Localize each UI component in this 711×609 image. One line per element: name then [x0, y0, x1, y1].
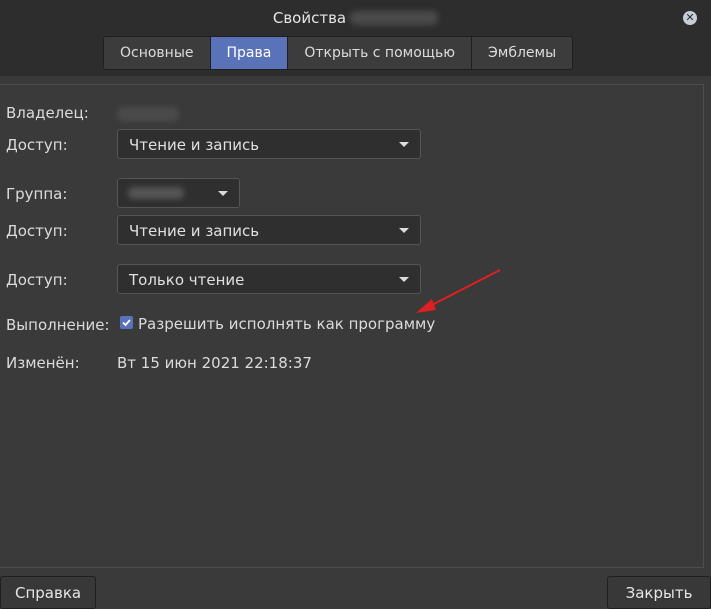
others-access-value: Только чтение: [129, 271, 245, 289]
properties-window: Свойства ✕ Основные Права Открыть с помо…: [0, 0, 711, 609]
tab-open-with[interactable]: Открыть с помощью: [288, 37, 472, 69]
group-dropdown[interactable]: [117, 178, 240, 208]
help-button[interactable]: Справка: [0, 576, 97, 609]
tab-emblems[interactable]: Эмблемы: [472, 37, 573, 69]
execute-label: Выполнение:: [6, 316, 110, 334]
chevron-down-icon: [399, 142, 409, 147]
group-access-label: Доступ:: [6, 222, 68, 240]
modified-label: Изменён:: [6, 354, 80, 372]
owner-access-label: Доступ:: [6, 136, 68, 154]
tab-bar: Основные Права Открыть с помощью Эмблемы: [103, 36, 574, 70]
execute-checkbox[interactable]: [120, 316, 133, 329]
group-access-dropdown[interactable]: Чтение и запись: [117, 215, 421, 245]
permissions-panel: Владелец: Доступ: Чтение и запись Группа…: [0, 84, 704, 568]
group-access-value: Чтение и запись: [129, 222, 260, 240]
group-label: Группа:: [6, 185, 68, 203]
window-title: Свойства: [0, 9, 711, 27]
window-title-text: Свойства: [272, 9, 347, 27]
close-window-button[interactable]: ✕: [683, 11, 697, 25]
owner-access-dropdown[interactable]: Чтение и запись: [117, 129, 421, 159]
owner-label: Владелец:: [6, 104, 89, 122]
others-access-label: Доступ:: [6, 271, 68, 289]
tab-basic[interactable]: Основные: [104, 37, 211, 69]
close-button[interactable]: Закрыть: [607, 576, 711, 609]
execute-checkbox-label[interactable]: Разрешить исполнять как программу: [138, 315, 435, 333]
chevron-down-icon: [218, 191, 228, 196]
tab-permissions[interactable]: Права: [210, 37, 289, 69]
chevron-down-icon: [399, 228, 409, 233]
check-icon: [122, 319, 131, 327]
title-bar: Свойства ✕ Основные Права Открыть с помо…: [0, 0, 711, 76]
close-icon: ✕: [685, 11, 695, 24]
chevron-down-icon: [399, 277, 409, 282]
owner-value-blurred: [117, 107, 179, 121]
annotation-arrow-icon: [416, 269, 501, 313]
modified-value: Вт 15 июн 2021 22:18:37: [117, 354, 312, 372]
others-access-dropdown[interactable]: Только чтение: [117, 264, 421, 294]
owner-access-value: Чтение и запись: [129, 136, 260, 154]
blurred-filename: [350, 11, 439, 25]
group-value-blurred: [128, 187, 184, 199]
